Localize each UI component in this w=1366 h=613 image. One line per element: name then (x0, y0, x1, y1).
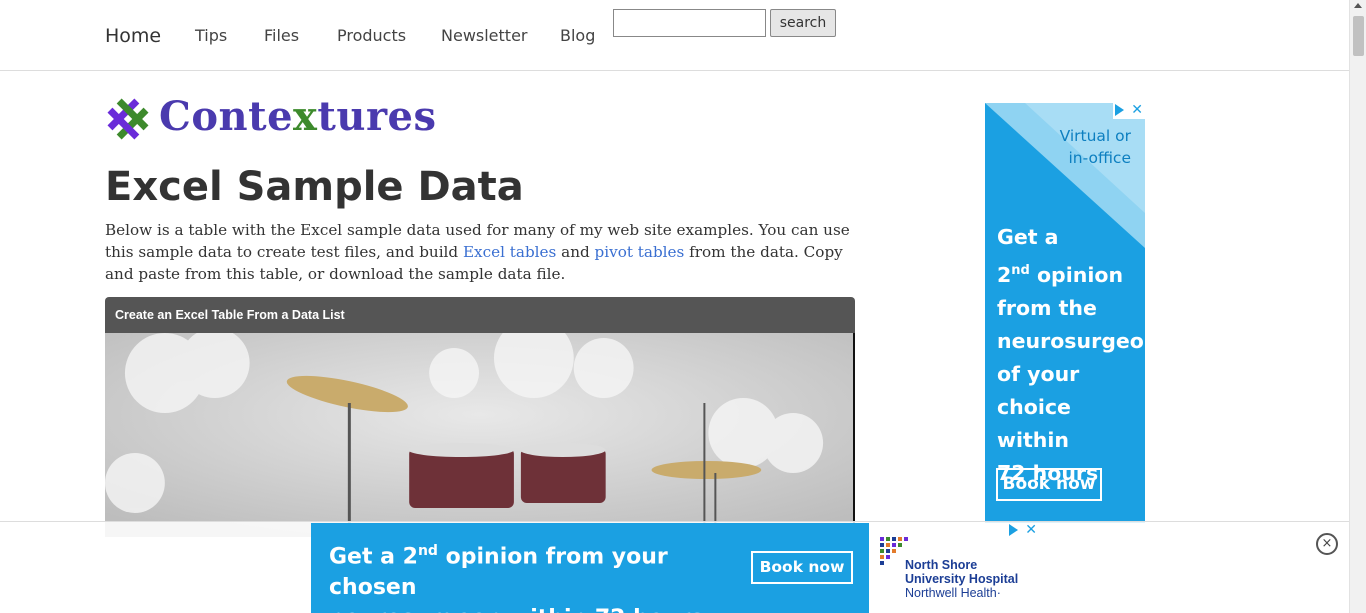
search-input[interactable] (613, 9, 766, 37)
video-title: Create an Excel Table From a Data List (115, 308, 345, 322)
excel-tables-link[interactable]: Excel tables (463, 243, 556, 261)
ad-book-now-button[interactable]: Book now (996, 468, 1102, 501)
video-title-bar: Create an Excel Table From a Data List (105, 297, 855, 333)
pivot-tables-link[interactable]: pivot tables (595, 243, 685, 261)
contextures-logo-icon (107, 98, 149, 140)
intro-paragraph: Below is a table with the Excel sample d… (105, 221, 850, 283)
sticky-ad-close-icon[interactable]: × (1316, 533, 1338, 555)
hospital-logo-icon (880, 537, 908, 565)
bottom-banner-ad[interactable]: Get a 2nd opinion from your chosen neuro… (311, 523, 1039, 613)
bottom-ad-choices-badge[interactable]: ✕ (1007, 523, 1039, 539)
ad-choices-badge[interactable]: ✕ (1113, 103, 1145, 119)
logo-wordmark: Contextures (159, 93, 437, 140)
top-navigation: Home Tips Files Products Newsletter Blog… (0, 0, 1349, 71)
hospital-name-line1: North Shore (905, 558, 978, 572)
nav-products-link[interactable]: Products (337, 26, 406, 45)
scrollbar-thumb[interactable] (1353, 16, 1364, 56)
hospital-network-name: Northwell Health· (905, 586, 1001, 600)
site-logo[interactable]: Contextures (105, 94, 436, 140)
nav-blog-link[interactable]: Blog (560, 26, 595, 45)
page-scrollbar[interactable] (1349, 0, 1366, 613)
bottom-ad-headline: Get a 2nd opinion from your chosen neuro… (329, 543, 703, 613)
page-title: Excel Sample Data (105, 164, 524, 210)
ad-close-icon[interactable]: ✕ (1131, 103, 1143, 118)
bottom-ad-book-now-button[interactable]: Book now (751, 551, 853, 584)
scroll-up-arrow-icon[interactable] (1354, 3, 1362, 8)
nav-home-link[interactable]: Home (105, 25, 161, 47)
hospital-logo-panel: North Shore University Hospital Northwel… (869, 523, 1039, 613)
search-button[interactable]: search (770, 9, 836, 37)
hospital-name-line2: University Hospital (905, 572, 1019, 586)
nav-tips-link[interactable]: Tips (195, 26, 227, 45)
video-player[interactable]: Create an Excel Table From a Data List (105, 297, 855, 537)
ad-virtual-text: Virtual or in-office (1059, 127, 1131, 167)
sidebar-ad[interactable]: ✕ Virtual or in-office Get a 2nd opinion… (985, 103, 1145, 523)
ad-info-icon[interactable] (1115, 104, 1124, 116)
ad-headline: Get a 2nd opinion from the neurosurgeon … (997, 225, 1145, 485)
bottom-ad-info-icon[interactable] (1009, 524, 1018, 536)
nav-newsletter-link[interactable]: Newsletter (441, 26, 528, 45)
nav-files-link[interactable]: Files (264, 26, 299, 45)
bottom-ad-close-icon[interactable]: ✕ (1025, 523, 1037, 538)
video-thumbnail-image[interactable] (105, 333, 855, 537)
